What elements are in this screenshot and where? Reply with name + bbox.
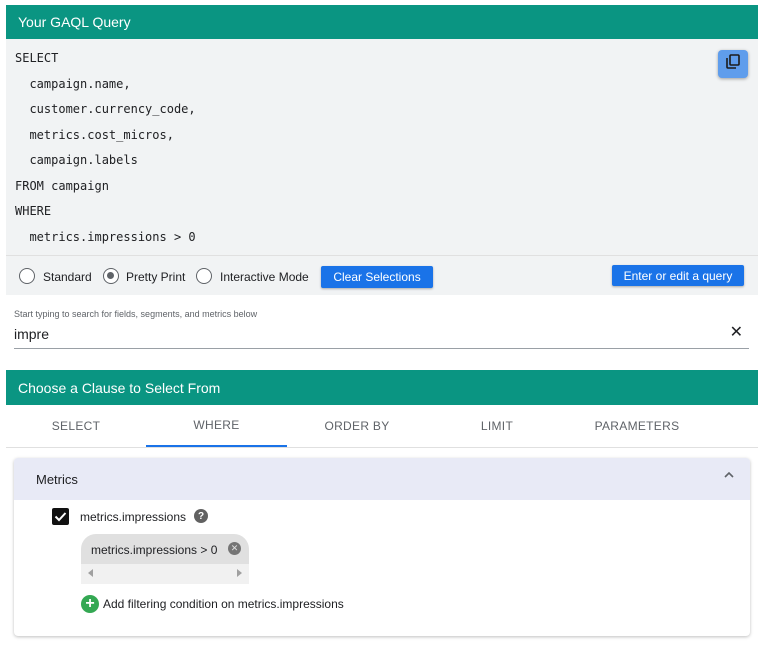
tab-order-by[interactable]: ORDER BY bbox=[287, 405, 427, 447]
chevron-up-icon[interactable] bbox=[722, 468, 736, 487]
query-line: WHERE bbox=[15, 204, 52, 218]
check-icon bbox=[54, 512, 67, 522]
search-hint: Start typing to search for fields, segme… bbox=[14, 309, 258, 319]
radio-pretty-print-label[interactable]: Pretty Print bbox=[126, 270, 185, 284]
clause-tabs: SELECT WHERE ORDER BY LIMIT PARAMETERS bbox=[6, 405, 758, 448]
help-icon[interactable]: ? bbox=[194, 509, 208, 523]
metrics-section-title: Metrics bbox=[36, 472, 78, 487]
condition-chip[interactable]: metrics.impressions > 0 ✕ bbox=[81, 534, 249, 564]
query-line: campaign.labels bbox=[15, 153, 138, 167]
radio-standard[interactable] bbox=[19, 268, 35, 284]
add-circle-icon: + bbox=[81, 595, 99, 613]
radio-pretty-print[interactable] bbox=[103, 268, 119, 284]
radio-interactive-mode[interactable] bbox=[196, 268, 212, 284]
clear-selections-button[interactable]: Clear Selections bbox=[321, 266, 433, 288]
field-name: metrics.impressions bbox=[80, 510, 187, 524]
add-filter-condition-label: Add filtering condition on metrics.impre… bbox=[103, 597, 344, 611]
horizontal-scrollbar[interactable] bbox=[81, 564, 249, 584]
edit-query-button[interactable]: Enter or edit a query bbox=[612, 265, 744, 286]
close-icon[interactable]: ✕ bbox=[730, 322, 743, 342]
query-line: FROM campaign bbox=[15, 179, 109, 193]
query-line: SELECT bbox=[15, 51, 59, 65]
query-code-box: SELECT campaign.name, customer.currency_… bbox=[6, 39, 758, 255]
condition-chip-container: metrics.impressions > 0 ✕ bbox=[81, 534, 249, 584]
tab-where[interactable]: WHERE bbox=[146, 405, 287, 447]
query-line: customer.currency_code, bbox=[15, 102, 196, 116]
radio-interactive-mode-label[interactable]: Interactive Mode bbox=[220, 270, 309, 284]
query-panel-title: Your GAQL Query bbox=[18, 14, 131, 30]
tab-parameters[interactable]: PARAMETERS bbox=[567, 405, 707, 447]
copy-query-button[interactable] bbox=[718, 50, 748, 78]
clause-panel-header: Choose a Clause to Select From bbox=[6, 370, 758, 405]
scroll-left-arrow-icon[interactable] bbox=[88, 569, 93, 577]
search-input[interactable] bbox=[14, 326, 704, 342]
clause-panel-title: Choose a Clause to Select From bbox=[18, 379, 221, 396]
metrics-impressions-checkbox[interactable] bbox=[52, 508, 69, 525]
condition-chip-label: metrics.impressions > 0 bbox=[91, 543, 218, 557]
metrics-section-header[interactable]: Metrics bbox=[14, 458, 750, 500]
view-mode-row: Standard Pretty Print Interactive Mode C… bbox=[6, 255, 758, 295]
query-line: campaign.name, bbox=[15, 77, 131, 91]
metrics-card: Metrics metrics.impressions ? metrics.im… bbox=[14, 458, 750, 636]
query-panel-header: Your GAQL Query bbox=[6, 5, 758, 39]
tab-limit[interactable]: LIMIT bbox=[427, 405, 567, 447]
copy-icon bbox=[726, 54, 740, 74]
remove-condition-icon[interactable]: ✕ bbox=[228, 542, 241, 555]
query-line: metrics.impressions > 0 bbox=[15, 230, 196, 244]
query-line: metrics.cost_micros, bbox=[15, 128, 174, 142]
field-search: Start typing to search for fields, segme… bbox=[14, 306, 749, 349]
scroll-right-arrow-icon[interactable] bbox=[237, 569, 242, 577]
tab-select[interactable]: SELECT bbox=[6, 405, 146, 447]
radio-standard-label[interactable]: Standard bbox=[43, 270, 92, 284]
